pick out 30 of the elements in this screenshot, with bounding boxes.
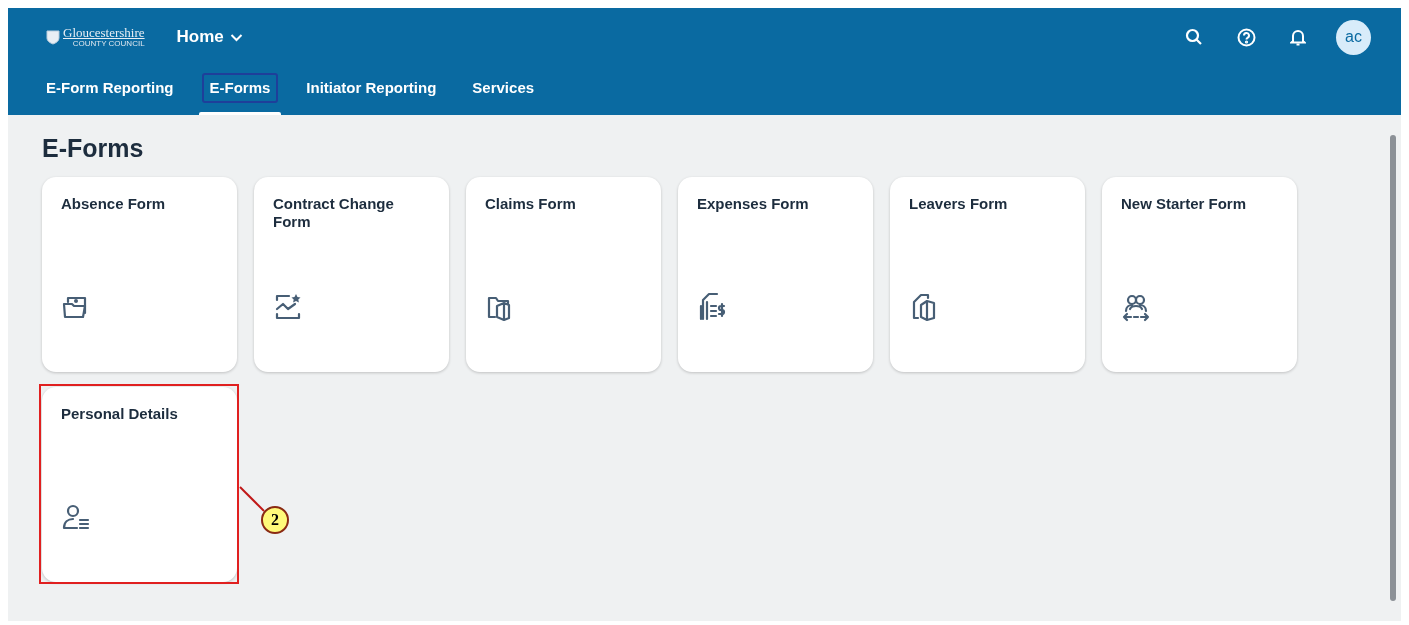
form-tile[interactable]: Claims Form [466, 177, 661, 372]
tile-title: Expenses Form [697, 195, 810, 213]
chart-star-icon [273, 292, 303, 322]
home-menu[interactable]: Home [176, 24, 243, 50]
nav-tab[interactable]: E-Form Reporting [38, 72, 182, 103]
person-list-icon [61, 502, 91, 532]
form-tile[interactable]: Expenses Form [678, 177, 873, 372]
people-arrows-icon [1121, 292, 1151, 322]
document-dollar-icon [697, 292, 727, 322]
tile-title: Personal Details [61, 405, 179, 423]
user-avatar[interactable]: ac [1336, 19, 1371, 55]
form-tile[interactable]: Leavers Form [890, 177, 1085, 372]
logo-text[interactable]: Gloucestershire [63, 26, 145, 39]
leader-line [240, 487, 264, 511]
crest-icon [46, 29, 60, 45]
nav-tab[interactable]: Initiator Reporting [298, 72, 445, 103]
page-title: E-Forms [42, 133, 145, 163]
form-tile[interactable]: Contract Change Form [254, 177, 449, 372]
form-tile[interactable]: New Starter Form [1102, 177, 1297, 372]
callout-marker: 2 [261, 506, 289, 534]
tile-title: Leavers Form [909, 195, 1009, 213]
nav-tab[interactable]: Services [464, 72, 543, 103]
tile-title: New Starter Form [1121, 195, 1248, 213]
tile-title: Claims Form [485, 195, 577, 213]
tile-title: Contract Change Form [273, 195, 395, 231]
nav-tab[interactable]: E-Forms [201, 72, 279, 103]
caret-icon [229, 32, 243, 42]
logo-subtitle: COUNTY COUNCIL [72, 40, 145, 48]
tile-title: Absence Form [61, 195, 167, 213]
form-tile[interactable]: Absence Form [42, 177, 237, 372]
